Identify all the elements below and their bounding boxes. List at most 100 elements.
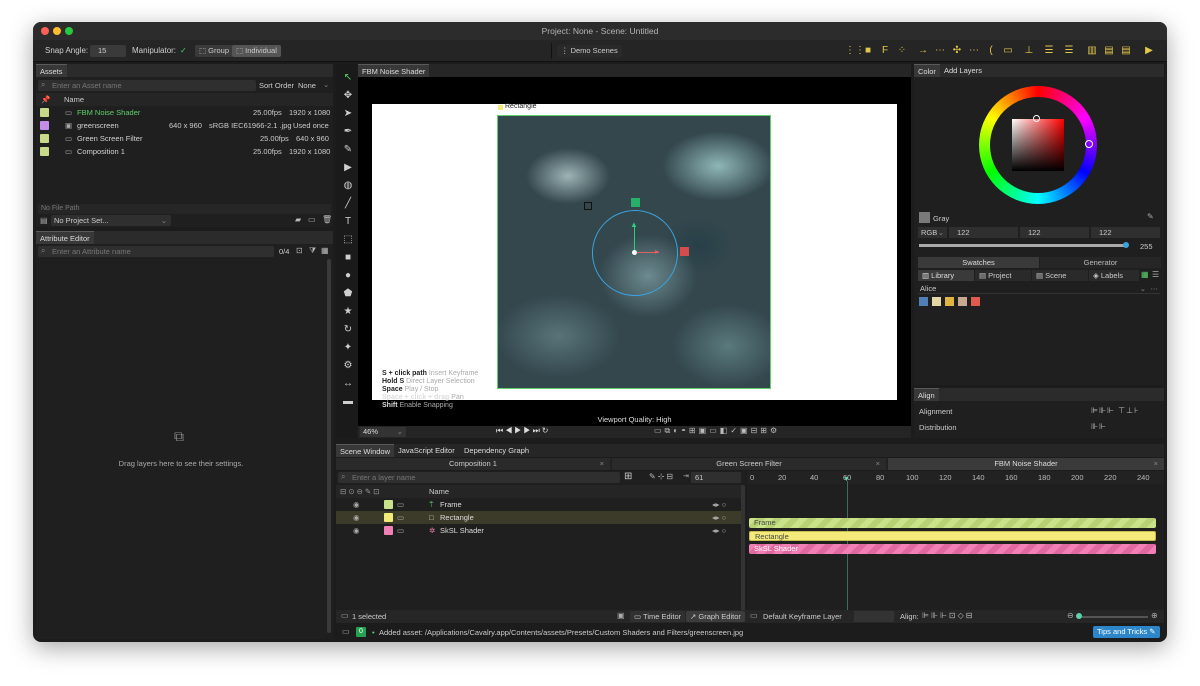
spread-icon[interactable]: ✣ (951, 45, 963, 57)
globe-tool-icon[interactable]: ◍ (342, 180, 354, 192)
close-icon[interactable]: × (1154, 458, 1158, 470)
polygon-tool-icon[interactable]: ⬟ (342, 288, 354, 300)
open-folder-icon[interactable]: ▰ (295, 215, 301, 224)
eyedropper-icon[interactable]: ✎ (1147, 212, 1154, 221)
sparkle-tool-icon[interactable]: ✦ (342, 342, 354, 354)
lock-icon[interactable]: ⊡ (296, 246, 303, 255)
star-tool-icon[interactable]: ★ (342, 306, 354, 318)
list-view-icon[interactable]: ☰ (1152, 270, 1159, 279)
current-frame-input[interactable]: 61 (691, 472, 741, 483)
zoom-select[interactable]: 46% ⌄ (360, 427, 406, 437)
arc-icon[interactable]: ( (985, 45, 997, 57)
layers-scrollbar[interactable] (741, 485, 745, 621)
grid-view-icon[interactable]: ▦ (1141, 270, 1149, 279)
playhead-marker-icon[interactable]: ▼ (843, 476, 850, 483)
tab-fbm-noise-shader[interactable]: FBM Noise Shader (358, 64, 430, 77)
layer-search-input[interactable]: Enter a layer name (338, 472, 620, 483)
color-mode-select[interactable]: RGB ⌄ (918, 227, 947, 238)
gear-tool-icon[interactable]: ⚙ (342, 360, 354, 372)
distribution-buttons[interactable]: ⊪⊩ (1091, 422, 1107, 431)
rectangle-tool-icon[interactable]: ■ (342, 252, 354, 264)
hue-wheel[interactable] (979, 86, 1097, 204)
alignment-buttons[interactable]: ⊫⊪⊩ ⊤⊥⊦ (1091, 406, 1139, 415)
capsule-tool-icon[interactable]: ▬ (342, 396, 354, 408)
asset-row[interactable]: ▭ Composition 1 25.00fps 1920 x 1080 (36, 145, 333, 158)
corner-handle[interactable] (584, 202, 592, 210)
timeline-zoom-handle[interactable] (1076, 613, 1082, 619)
noise-shader-rectangle[interactable]: ▲ ▸ (497, 115, 771, 389)
current-color-swatch[interactable] (919, 212, 930, 223)
move-tool-icon[interactable]: ✥ (342, 90, 354, 102)
trash-icon[interactable]: 🗑 (322, 215, 332, 224)
tab-assets[interactable]: Assets (36, 64, 67, 77)
layer-flags-icon[interactable]: ◂▸ ○ (712, 524, 726, 537)
flag-icon[interactable]: ⊥ (1023, 45, 1035, 57)
grid-icon[interactable]: ▦ (321, 246, 329, 255)
rows-icon[interactable]: ▤ (1103, 45, 1115, 57)
palette-swatch[interactable] (945, 297, 954, 306)
red-channel-input[interactable]: 122 (949, 227, 1018, 238)
layer-tool-icons[interactable]: ✎⊹⊟ (649, 472, 675, 481)
graph-editor-button[interactable]: ↗ Graph Editor (686, 611, 745, 622)
alpha-slider-handle[interactable] (1123, 242, 1129, 248)
pointer-tool-icon[interactable]: ➤ (342, 108, 354, 120)
playback-controls[interactable]: ⏮◀▶▶⏭↻ (496, 426, 551, 436)
tab-generator[interactable]: Generator (1040, 257, 1161, 268)
tab-align[interactable]: Align (914, 388, 939, 401)
subtab-scene[interactable]: ▤ Scene (1032, 270, 1088, 281)
line-tool-icon[interactable]: ╱ (342, 198, 354, 210)
filter-icon[interactable]: ⧩ (309, 246, 316, 256)
zoom-out-icon[interactable]: ⊖ (1067, 611, 1074, 620)
font-icon[interactable]: F (879, 45, 891, 57)
more-icon[interactable]: ⋯ (1151, 283, 1159, 294)
tab-color[interactable]: Color (914, 64, 940, 77)
tips-and-tricks-button[interactable]: Tips and Tricks ✎ (1093, 626, 1160, 638)
palette-swatch[interactable] (971, 297, 980, 306)
pencil-tool-icon[interactable]: ✎ (342, 144, 354, 156)
subtab-project[interactable]: ▤ Project (975, 270, 1031, 281)
cube-icon[interactable]: ■ (862, 45, 874, 57)
visibility-icon[interactable]: ◉ (353, 524, 360, 537)
blue-channel-input[interactable]: 122 (1091, 227, 1160, 238)
resize-tool-icon[interactable]: ↔ (342, 378, 354, 390)
close-icon[interactable]: × (600, 458, 604, 470)
select-tool-icon[interactable]: ↖ (342, 72, 354, 84)
keyframe-value-input[interactable] (854, 611, 894, 622)
alpha-slider[interactable] (919, 244, 1125, 247)
visibility-icon[interactable]: ◉ (353, 511, 360, 524)
tab-attribute-editor[interactable]: Attribute Editor (36, 231, 94, 244)
hue-picker-handle[interactable] (1085, 140, 1093, 148)
visibility-icon[interactable]: ◉ (353, 498, 360, 511)
snap-angle-input[interactable]: 15 (90, 45, 126, 57)
layer-flags-icon[interactable]: ◂▸ ○ (712, 511, 726, 524)
close-icon[interactable]: × (876, 458, 880, 470)
subtab-library[interactable]: ▥ Library (918, 270, 974, 281)
columns-icon[interactable]: ▥ (1086, 45, 1098, 57)
tab-add-layers[interactable]: Add Layers (940, 64, 986, 77)
timeline-ruler[interactable]: 0 20 40 60 80 100 120 140 160 180 200 22… (747, 471, 1164, 484)
stack-alt-icon[interactable]: ☰ (1063, 45, 1075, 57)
asset-row[interactable]: ▭ Green Screen Filter 25.00fps 640 x 960 (36, 132, 333, 145)
text-tool-icon[interactable]: T (342, 216, 354, 228)
group-toggle[interactable]: ⬚ Group (195, 45, 234, 57)
keyframe-align-buttons[interactable]: ⊫⊪⊩⊡◇⊟ (922, 611, 974, 620)
green-channel-input[interactable]: 122 (1020, 227, 1089, 238)
comp-tab-composition-1[interactable]: Composition 1 × (336, 458, 610, 470)
grid-icon[interactable]: ⋮⋮ (845, 45, 865, 57)
stack-icon[interactable]: ☰ (1043, 45, 1055, 57)
close-window-button[interactable] (41, 27, 49, 35)
layer-row[interactable]: ◉ ▭ ✲ SkSL Shader ◂▸ ○ (336, 524, 741, 537)
viewport-option-icons[interactable]: ▭⧉◐◓⊞▣▭◧✓▣⊟⊞⚙ (654, 426, 780, 436)
color-picker-handle[interactable] (1033, 115, 1040, 122)
comp-tab-fbm-noise-shader[interactable]: FBM Noise Shader × (888, 458, 1164, 470)
attribute-scrollbar[interactable] (327, 259, 331, 633)
distribute-icon[interactable]: ⋯ (934, 45, 946, 57)
tab-javascript-editor[interactable]: JavaScript Editor (394, 444, 459, 457)
tab-swatches[interactable]: Swatches (918, 257, 1039, 268)
timeline-zoom-slider[interactable] (1078, 616, 1148, 618)
manipulator-check-icon[interactable]: ✓ (180, 46, 187, 55)
palette-swatch[interactable] (958, 297, 967, 306)
tab-scene-window[interactable]: Scene Window (336, 444, 395, 457)
x-scale-handle[interactable] (680, 247, 689, 256)
timeline-bar-frame[interactable]: Frame (749, 518, 1156, 528)
